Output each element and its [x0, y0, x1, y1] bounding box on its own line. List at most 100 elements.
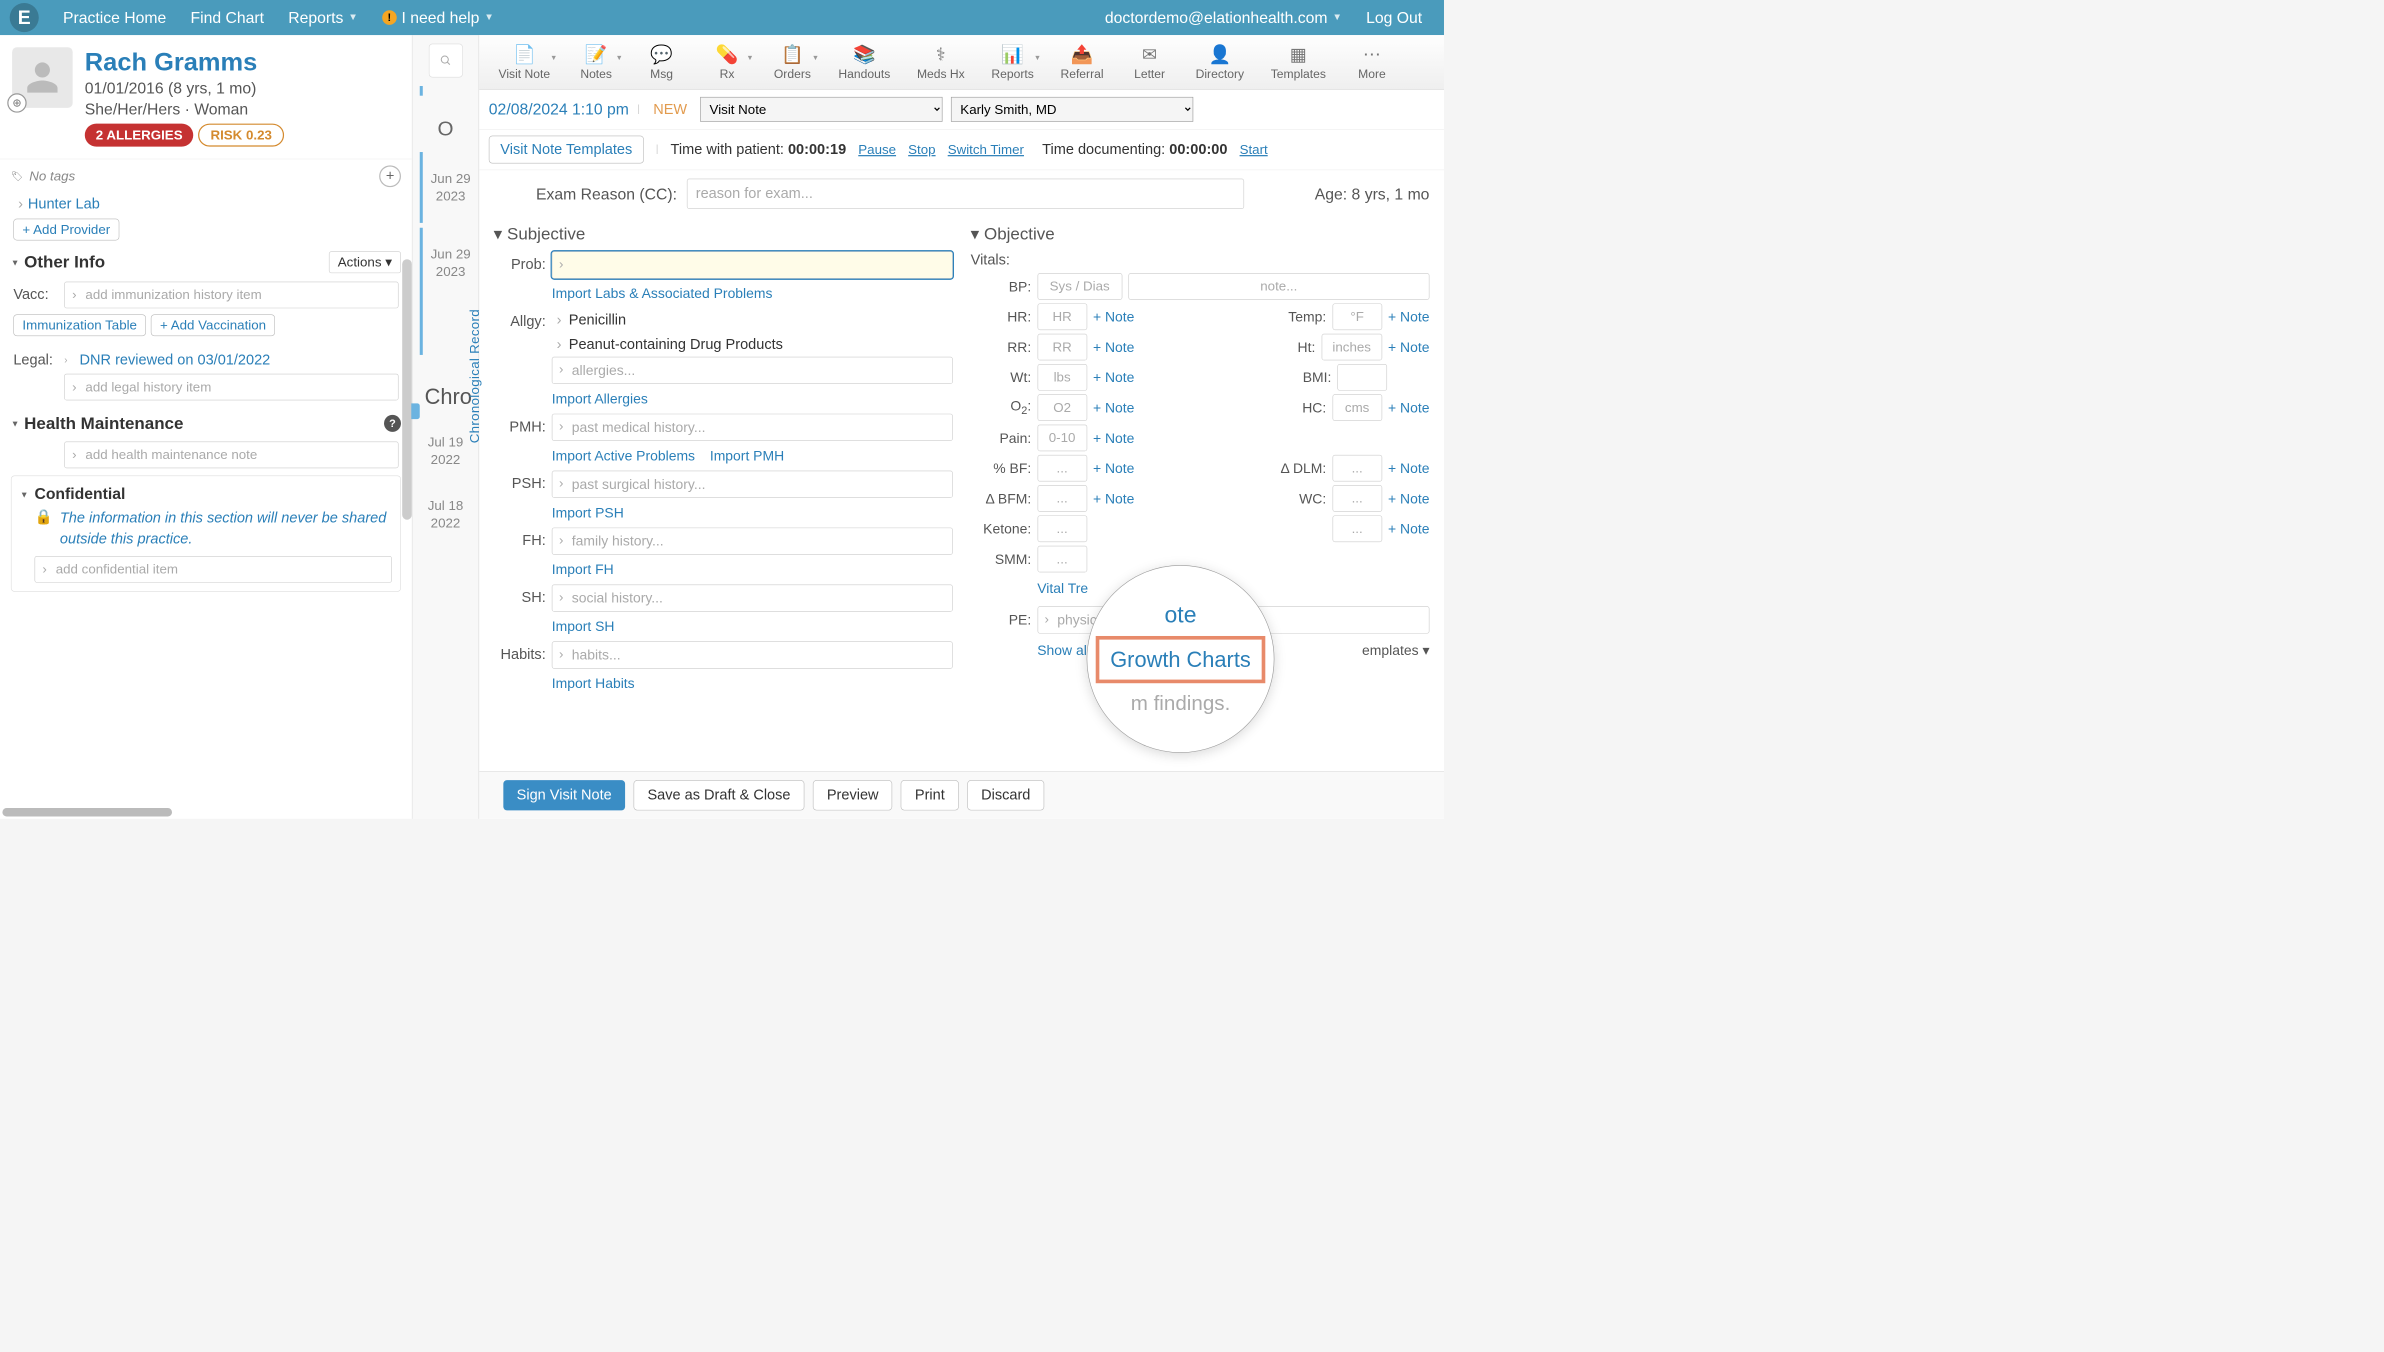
- stop-link[interactable]: Stop: [908, 142, 935, 158]
- nav-logout[interactable]: Log Out: [1354, 8, 1434, 27]
- import-fh-link[interactable]: Import FH: [552, 561, 614, 577]
- allergy-input[interactable]: [552, 357, 953, 384]
- bp-input[interactable]: [1037, 273, 1122, 300]
- hc-input[interactable]: [1332, 394, 1382, 421]
- growth-charts-link[interactable]: Growth Charts: [1096, 636, 1266, 683]
- import-psh-link[interactable]: Import PSH: [552, 505, 624, 521]
- timeline-entry[interactable]: Jul 18 2022: [412, 473, 478, 537]
- extra-input[interactable]: [1332, 515, 1382, 542]
- pain-input[interactable]: [1037, 425, 1087, 452]
- globe-icon[interactable]: ⊕: [7, 93, 26, 112]
- bp-note-input[interactable]: [1128, 273, 1429, 300]
- dlm-input[interactable]: [1332, 455, 1382, 482]
- pmh-input[interactable]: [552, 414, 953, 441]
- import-pmh-link[interactable]: Import PMH: [710, 448, 784, 464]
- save-draft-button[interactable]: Save as Draft & Close: [634, 780, 805, 810]
- bmi-input[interactable]: [1337, 364, 1387, 391]
- pbf-add-note[interactable]: + Note: [1093, 460, 1134, 476]
- toolbar-templates[interactable]: ▦Templates: [1259, 39, 1338, 86]
- risk-badge[interactable]: RISK 0.23: [198, 124, 284, 147]
- legal-input[interactable]: add legal history item: [64, 374, 398, 401]
- start-link[interactable]: Start: [1240, 142, 1268, 158]
- add-vaccination-button[interactable]: + Add Vaccination: [151, 314, 275, 336]
- pbf-input[interactable]: [1037, 455, 1087, 482]
- psh-input[interactable]: [552, 471, 953, 498]
- caret-down-icon[interactable]: ▼: [11, 257, 19, 267]
- add-tag-button[interactable]: +: [379, 165, 401, 187]
- toolbar-msg[interactable]: 💬Msg: [630, 39, 693, 86]
- hc-add-note[interactable]: + Note: [1388, 399, 1429, 415]
- timeline-entry[interactable]: [420, 86, 479, 96]
- wc-input[interactable]: [1332, 485, 1382, 512]
- habits-input[interactable]: [552, 641, 953, 668]
- preview-button[interactable]: Preview: [813, 780, 893, 810]
- pain-add-note[interactable]: + Note: [1093, 430, 1134, 446]
- fh-input[interactable]: [552, 528, 953, 555]
- dlm-add-note[interactable]: + Note: [1388, 460, 1429, 476]
- health-maintenance-input[interactable]: add health maintenance note: [64, 442, 398, 469]
- import-sh-link[interactable]: Import SH: [552, 618, 615, 634]
- dnr-link[interactable]: DNR reviewed on 03/01/2022: [80, 352, 271, 369]
- toolbar-rx[interactable]: 💊Rx▼: [695, 39, 758, 86]
- sh-input[interactable]: [552, 585, 953, 612]
- horizontal-scrollbar[interactable]: [2, 808, 172, 816]
- extra-add-note[interactable]: + Note: [1388, 521, 1429, 537]
- import-labs-link[interactable]: Import Labs & Associated Problems: [552, 285, 773, 301]
- elation-logo[interactable]: E: [10, 3, 39, 32]
- patient-avatar[interactable]: ⊕: [12, 47, 73, 108]
- note-date-time[interactable]: 02/08/2024 1:10 pm: [489, 100, 629, 119]
- prob-input[interactable]: [552, 251, 953, 278]
- pause-link[interactable]: Pause: [858, 142, 896, 158]
- caret-down-icon[interactable]: ▼: [20, 489, 28, 499]
- wt-input[interactable]: [1037, 364, 1087, 391]
- add-provider-button[interactable]: + Add Provider: [13, 219, 119, 241]
- nav-practice-home[interactable]: Practice Home: [51, 8, 178, 27]
- wc-add-note[interactable]: + Note: [1388, 490, 1429, 506]
- o2-input[interactable]: [1037, 394, 1087, 421]
- vacc-input[interactable]: add immunization history item: [64, 282, 398, 309]
- temp-input[interactable]: [1332, 303, 1382, 330]
- exam-reason-input[interactable]: [687, 179, 1244, 209]
- toolbar-orders[interactable]: 📋Orders▼: [761, 39, 824, 86]
- templates-label-partial[interactable]: emplates ▾: [1362, 642, 1429, 658]
- hr-input[interactable]: [1037, 303, 1087, 330]
- provider-select[interactable]: Karly Smith, MD: [951, 97, 1193, 122]
- temp-add-note[interactable]: + Note: [1388, 309, 1429, 325]
- o2-add-note[interactable]: + Note: [1093, 399, 1134, 415]
- toolbar-letter[interactable]: ✉Letter: [1118, 39, 1181, 86]
- confidential-input[interactable]: add confidential item: [35, 556, 392, 583]
- import-allergies-link[interactable]: Import Allergies: [552, 391, 648, 407]
- toolbar-directory[interactable]: 👤Directory: [1184, 39, 1257, 86]
- caret-down-icon[interactable]: ▾: [494, 224, 503, 244]
- toolbar-referral[interactable]: 📤Referral: [1048, 39, 1115, 86]
- bfm-add-note[interactable]: + Note: [1093, 490, 1134, 506]
- switch-timer-link[interactable]: Switch Timer: [948, 142, 1024, 158]
- print-button[interactable]: Print: [901, 780, 959, 810]
- note-type-select[interactable]: Visit Note: [700, 97, 942, 122]
- actions-dropdown[interactable]: Actions ▾: [329, 251, 401, 273]
- toolbar-handouts[interactable]: 📚Handouts: [826, 39, 902, 86]
- toolbar-visit-note[interactable]: 📄Visit Note▼: [486, 39, 562, 86]
- help-icon[interactable]: ?: [384, 415, 401, 432]
- nav-help[interactable]: ! I need help ▼: [370, 8, 506, 27]
- allergy-item[interactable]: Penicillin: [552, 308, 953, 332]
- expand-handle[interactable]: [411, 403, 419, 419]
- wt-add-note[interactable]: + Note: [1093, 369, 1134, 385]
- timeline-entry[interactable]: Jun 29 2023: [420, 152, 479, 223]
- discard-button[interactable]: Discard: [967, 780, 1044, 810]
- caret-down-icon[interactable]: ▾: [971, 224, 980, 244]
- nav-find-chart[interactable]: Find Chart: [178, 8, 276, 27]
- bfm-input[interactable]: [1037, 485, 1087, 512]
- visit-note-templates-button[interactable]: Visit Note Templates: [489, 136, 644, 164]
- toolbar-notes[interactable]: 📝Notes▼: [565, 39, 628, 86]
- allergy-item[interactable]: Peanut-containing Drug Products: [552, 333, 953, 357]
- rr-add-note[interactable]: + Note: [1093, 339, 1134, 355]
- patient-name[interactable]: Rach Gramms: [85, 47, 400, 76]
- hr-add-note[interactable]: + Note: [1093, 309, 1134, 325]
- toolbar-meds-hx[interactable]: ⚕Meds Hx: [905, 39, 977, 86]
- import-active-problems-link[interactable]: Import Active Problems: [552, 448, 695, 464]
- nav-user[interactable]: doctordemo@elationhealth.com ▼: [1093, 8, 1354, 27]
- nav-reports[interactable]: Reports ▼: [276, 8, 370, 27]
- ht-input[interactable]: [1321, 334, 1382, 361]
- toolbar-reports[interactable]: 📊Reports▼: [979, 39, 1046, 86]
